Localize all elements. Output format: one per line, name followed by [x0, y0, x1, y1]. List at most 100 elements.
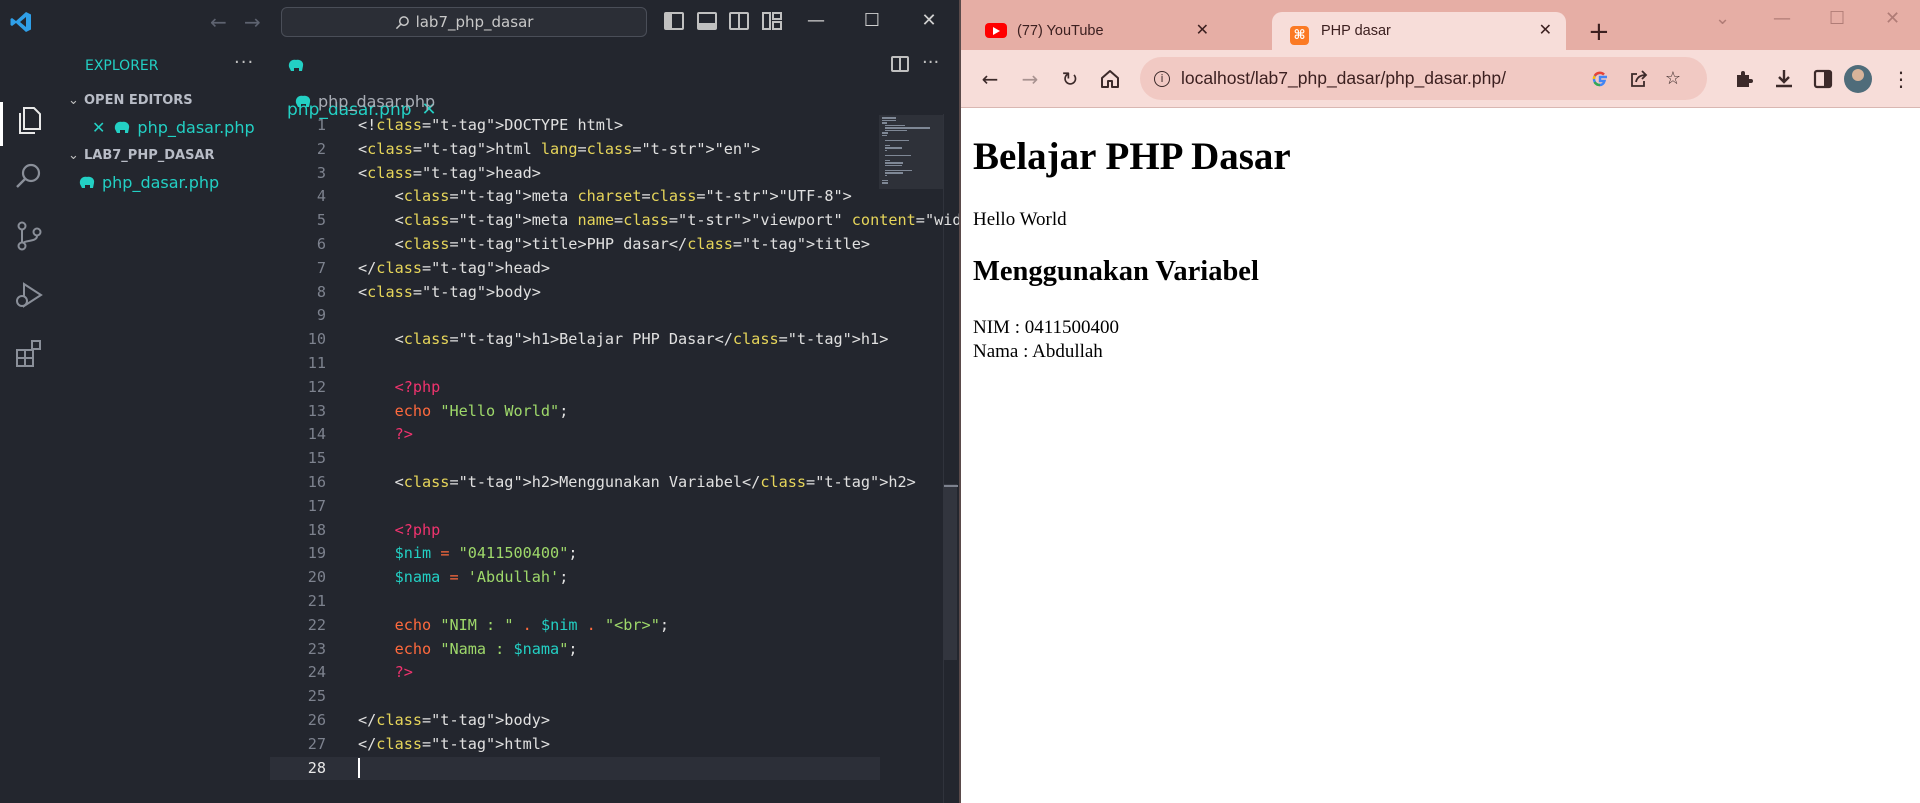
code-text: $nama = 'Abdullah';	[394, 568, 569, 587]
tab-search-icon[interactable]: ⌄	[1715, 8, 1730, 29]
code-line[interactable]: 16 <class="t-tag">h2>Menggunakan Variabe…	[270, 471, 916, 495]
nim-text: NIM : 0411500400	[973, 317, 1120, 338]
explorer-title: EXPLORER	[85, 58, 159, 74]
download-icon[interactable]	[1771, 66, 1797, 92]
minimap-line	[885, 127, 931, 129]
code-line[interactable]: 11	[270, 352, 880, 376]
code-line[interactable]: 9	[270, 304, 880, 328]
code-line[interactable]: 24 ?>	[270, 661, 880, 685]
project-folder-section[interactable]: ⌄ LAB7_PHP_DASAR	[68, 148, 215, 163]
code-line[interactable]: 28	[270, 756, 880, 781]
code-line[interactable]: 2 <class="t-tag">html lang=class="t-str">…	[270, 138, 880, 162]
toggle-panel-icon[interactable]	[697, 12, 717, 30]
code-editor[interactable]: 1 <!class="t-tag">DOCTYPE html> 2 <class="t…	[270, 114, 1108, 781]
toggle-secondary-sidebar-icon[interactable]	[729, 12, 749, 30]
minimap-line	[885, 149, 887, 151]
code-line[interactable]: 3 <class="t-tag">head>	[270, 162, 880, 186]
close-tab-icon[interactable]: ✕	[1539, 12, 1552, 50]
close-tab-icon[interactable]: ✕	[1196, 12, 1209, 50]
code-text: <class="t-tag">head>	[358, 163, 541, 182]
google-lens-icon[interactable]	[1589, 68, 1611, 90]
reload-button[interactable]: ↻	[1057, 66, 1083, 92]
code-line[interactable]: 20 $nama = 'Abdullah';	[270, 566, 880, 590]
code-line[interactable]: 10 <class="t-tag">h1>Belajar PHP Dasar</…	[270, 328, 889, 352]
code-line[interactable]: 19 $nim = "0411500400";	[270, 542, 880, 566]
toggle-primary-sidebar-icon[interactable]	[664, 12, 684, 30]
search-icon[interactable]	[13, 160, 45, 192]
maximize-icon[interactable]: ☐	[1829, 8, 1845, 29]
code-line[interactable]: 8 <class="t-tag">body>	[270, 281, 880, 305]
bookmark-star-icon[interactable]: ☆	[1662, 68, 1684, 90]
code-line[interactable]: 18 <?php	[270, 519, 880, 543]
chevron-down-icon: ⌄	[68, 148, 79, 163]
code-line[interactable]: 13 echo "Hello World";	[270, 400, 880, 424]
code-line[interactable]: 21	[270, 590, 880, 614]
line-number: 21	[307, 591, 326, 610]
minimap-line	[885, 174, 887, 176]
line-number: 4	[316, 187, 326, 206]
code-text: <?php	[394, 520, 441, 539]
scrollbar-thumb[interactable]	[943, 484, 957, 660]
code-line[interactable]: 1 <!class="t-tag">DOCTYPE html>	[270, 114, 880, 138]
profile-avatar[interactable]	[1844, 65, 1872, 93]
editor-more-actions-icon[interactable]: ···	[922, 52, 939, 73]
forward-button[interactable]: →	[1017, 66, 1043, 92]
new-tab-button[interactable]: +	[1588, 17, 1610, 47]
browser-tab-active[interactable]: ⌘ PHP dasar ✕	[1272, 12, 1566, 50]
extensions-icon[interactable]	[13, 338, 45, 370]
editor-area: php_dasar.php ✕ ··· php_dasar.php 1 <!clas…	[270, 44, 1108, 803]
minimap-line	[885, 172, 904, 174]
side-panel-icon[interactable]	[1810, 66, 1836, 92]
browser-tab-youtube[interactable]: (77) YouTube ✕	[985, 12, 1223, 50]
menu-kebab-icon[interactable]: ⋮	[1888, 66, 1914, 92]
maximize-icon[interactable]: ☐	[858, 7, 886, 35]
file-tree-item[interactable]: php_dasar.php	[78, 173, 219, 192]
code-line[interactable]: 23 echo "Nama : $nama";	[270, 638, 880, 662]
minimap-line	[882, 182, 889, 184]
vertical-scrollbar[interactable]	[943, 114, 957, 803]
home-icon[interactable]	[1097, 66, 1123, 92]
command-center-search[interactable]: lab7_php_dasar	[281, 7, 647, 37]
customize-layout-icon[interactable]	[762, 12, 782, 30]
open-editor-item[interactable]: ✕ php_dasar.php	[92, 118, 255, 137]
code-line[interactable]: 4 <class="t-tag">meta charset=class="t-s…	[270, 185, 880, 209]
line-number: 12	[307, 377, 326, 396]
code-line[interactable]: 5 <class="t-tag">meta name=class="t-str"…	[270, 209, 1108, 233]
explorer-sidebar: EXPLORER ··· ⌄ OPEN EDITORS ✕ php_dasar.ph…	[58, 44, 270, 803]
open-editors-section[interactable]: ⌄ OPEN EDITORS	[68, 93, 193, 108]
forward-arrow-icon[interactable]: →	[244, 10, 261, 34]
code-line[interactable]: 12 <?php	[270, 376, 880, 400]
site-info-icon[interactable]: i	[1154, 71, 1170, 87]
extensions-icon[interactable]	[1731, 66, 1757, 92]
minimap[interactable]	[879, 115, 943, 189]
back-arrow-icon[interactable]: ←	[210, 10, 227, 34]
code-line[interactable]: 17	[270, 495, 880, 519]
close-window-icon[interactable]: ✕	[915, 7, 943, 35]
code-line[interactable]: 6 <class="t-tag">title>PHP dasar</class=…	[270, 233, 880, 257]
split-editor-icon[interactable]	[891, 56, 909, 72]
line-number: 26	[307, 710, 326, 729]
back-button[interactable]: ←	[977, 66, 1003, 92]
minimize-icon[interactable]: —	[1773, 8, 1791, 29]
editor-tab-bar: php_dasar.php ✕ ···	[270, 44, 959, 120]
breadcrumb[interactable]: php_dasar.php	[294, 92, 435, 111]
code-line[interactable]: 27 </class="t-tag">html>	[270, 733, 880, 757]
run-and-debug-icon[interactable]	[13, 279, 45, 311]
close-editor-icon[interactable]: ✕	[92, 118, 105, 137]
line-number: 1	[316, 116, 326, 134]
source-control-icon[interactable]	[13, 220, 45, 252]
more-actions-icon[interactable]: ···	[234, 52, 254, 73]
code-line[interactable]: 26 </class="t-tag">body>	[270, 709, 880, 733]
explorer-icon[interactable]	[13, 104, 45, 136]
code-line[interactable]: 22 echo "NIM : " . $nim . "<br>";	[270, 614, 880, 638]
share-icon[interactable]	[1628, 68, 1650, 90]
code-line[interactable]: 25	[270, 685, 880, 709]
editor-tab[interactable]: php_dasar.php ✕	[270, 44, 450, 120]
minimize-icon[interactable]: —	[802, 7, 830, 35]
close-window-icon[interactable]: ✕	[1885, 8, 1900, 29]
code-line[interactable]: 7 </class="t-tag">head>	[270, 257, 880, 281]
code-line[interactable]: 14 ?>	[270, 423, 880, 447]
url-text[interactable]: localhost/lab7_php_dasar/php_dasar.php/	[1181, 57, 1506, 100]
code-line[interactable]: 15	[270, 447, 880, 471]
address-bar[interactable]: i localhost/lab7_php_dasar/php_dasar.php…	[1140, 57, 1707, 100]
